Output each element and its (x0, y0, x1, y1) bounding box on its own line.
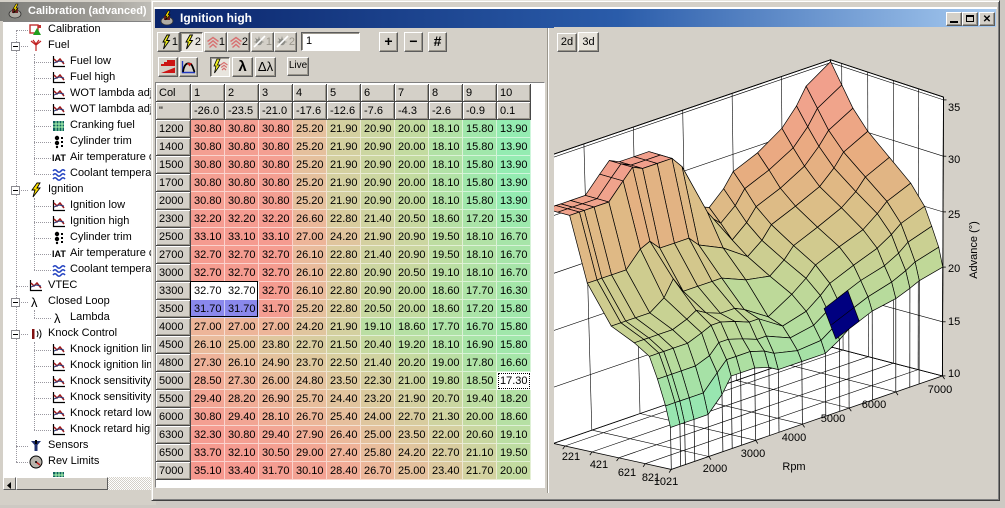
svg-text:25: 25 (948, 209, 960, 221)
svg-text:7000: 7000 (928, 384, 952, 396)
svg-text:421: 421 (590, 459, 608, 471)
svg-text:3000: 3000 (741, 448, 765, 460)
svg-text:Advance (°): Advance (°) (968, 221, 980, 279)
svg-text:20: 20 (948, 263, 960, 275)
svg-text:IAT: IAT (52, 249, 66, 259)
svg-text:Rpm: Rpm (782, 461, 805, 473)
svg-text:30: 30 (948, 154, 960, 166)
svg-text:5000: 5000 (821, 413, 845, 425)
svg-text:λ: λ (54, 311, 61, 326)
svg-text:15: 15 (948, 316, 960, 328)
svg-text:λ: λ (31, 295, 38, 310)
svg-text:35: 35 (948, 102, 960, 114)
svg-text:4000: 4000 (782, 432, 806, 444)
svg-text:221: 221 (562, 451, 580, 463)
svg-text:6000: 6000 (862, 399, 886, 411)
svg-text:2000: 2000 (703, 463, 727, 475)
svg-text:10: 10 (948, 368, 960, 380)
svg-text:IAT: IAT (52, 153, 66, 163)
svg-text:621: 621 (618, 467, 636, 479)
svg-text:1021: 1021 (654, 476, 678, 488)
